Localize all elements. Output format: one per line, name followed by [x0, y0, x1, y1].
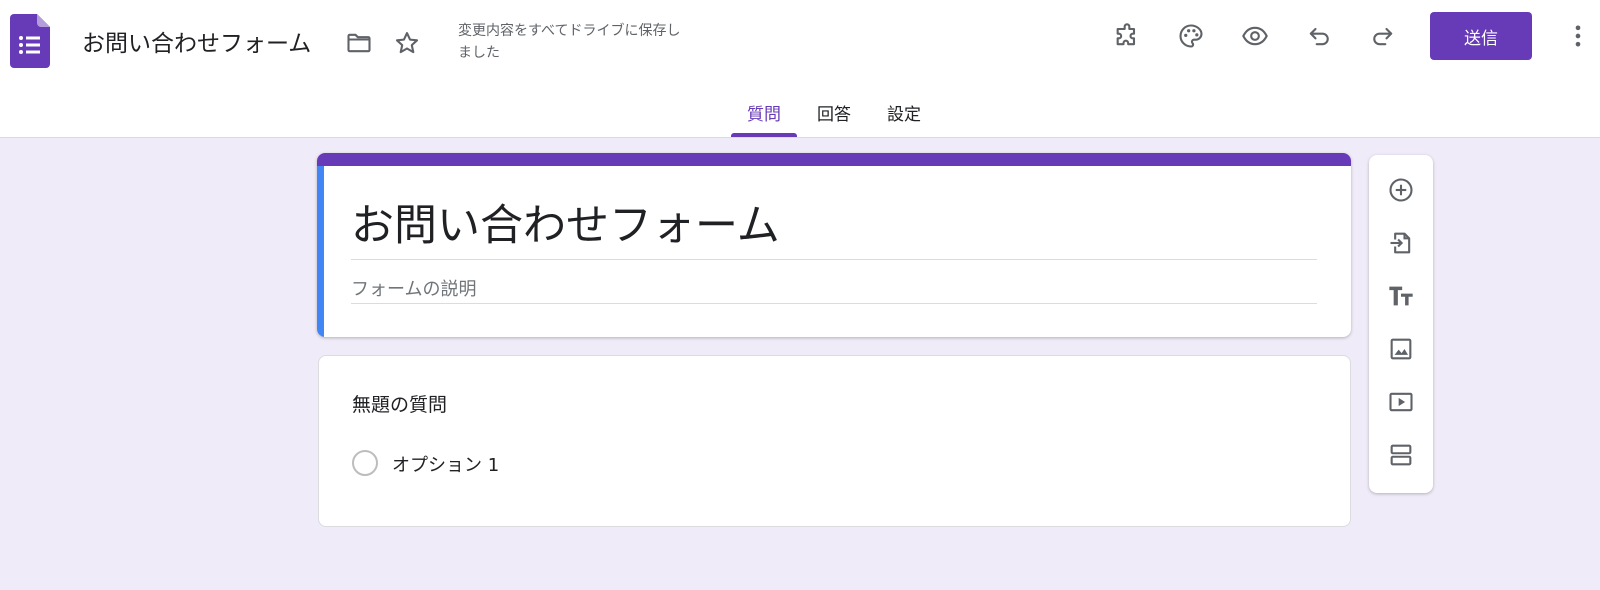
send-button[interactable]: 送信 — [1430, 12, 1532, 60]
folder-icon[interactable] — [339, 23, 379, 63]
eye-icon[interactable] — [1235, 16, 1275, 56]
tab-bar: 質問 回答 設定 — [0, 92, 1600, 138]
star-outline-icon[interactable] — [387, 23, 427, 63]
save-status: 変更内容をすべてドライブに保存しました — [458, 23, 681, 61]
card-focus-bar — [317, 166, 324, 337]
palette-icon[interactable] — [1171, 16, 1211, 56]
more-vertical-icon[interactable] — [1558, 16, 1598, 56]
add-question-icon[interactable] — [1381, 170, 1421, 210]
google-forms-icon[interactable] — [10, 14, 50, 68]
add-video-icon[interactable] — [1381, 382, 1421, 422]
redo-icon[interactable] — [1363, 16, 1403, 56]
question-card[interactable]: 無題の質問 オプション 1 — [318, 355, 1351, 527]
app-header: お問い合わせフォーム 変更内容をすべてドライブに保存しました 送信 質問 回答 … — [0, 0, 1600, 138]
active-tab-indicator — [731, 133, 797, 137]
form-title-underline — [351, 259, 1317, 260]
form-title-input[interactable]: お問い合わせフォーム — [351, 191, 780, 253]
add-title-icon[interactable] — [1381, 276, 1421, 316]
radio-option[interactable] — [352, 450, 378, 476]
add-section-icon[interactable] — [1381, 435, 1421, 475]
import-questions-icon[interactable] — [1381, 223, 1421, 263]
option-label[interactable]: オプション 1 — [392, 451, 499, 477]
question-title[interactable]: 無題の質問 — [352, 390, 447, 417]
add-image-icon[interactable] — [1381, 329, 1421, 369]
tab-settings[interactable]: 設定 — [876, 92, 932, 138]
undo-icon[interactable] — [1299, 16, 1339, 56]
form-description-input[interactable]: フォームの説明 — [351, 275, 476, 301]
tab-questions[interactable]: 質問 — [731, 92, 797, 138]
card-accent-bar — [317, 153, 1351, 166]
tab-responses[interactable]: 回答 — [806, 92, 862, 138]
side-toolbar — [1369, 155, 1433, 493]
form-title-card[interactable]: お問い合わせフォーム フォームの説明 — [317, 153, 1351, 337]
form-description-underline — [351, 303, 1317, 304]
document-title[interactable]: お問い合わせフォーム — [82, 24, 311, 58]
puzzle-piece-icon[interactable] — [1107, 16, 1147, 56]
